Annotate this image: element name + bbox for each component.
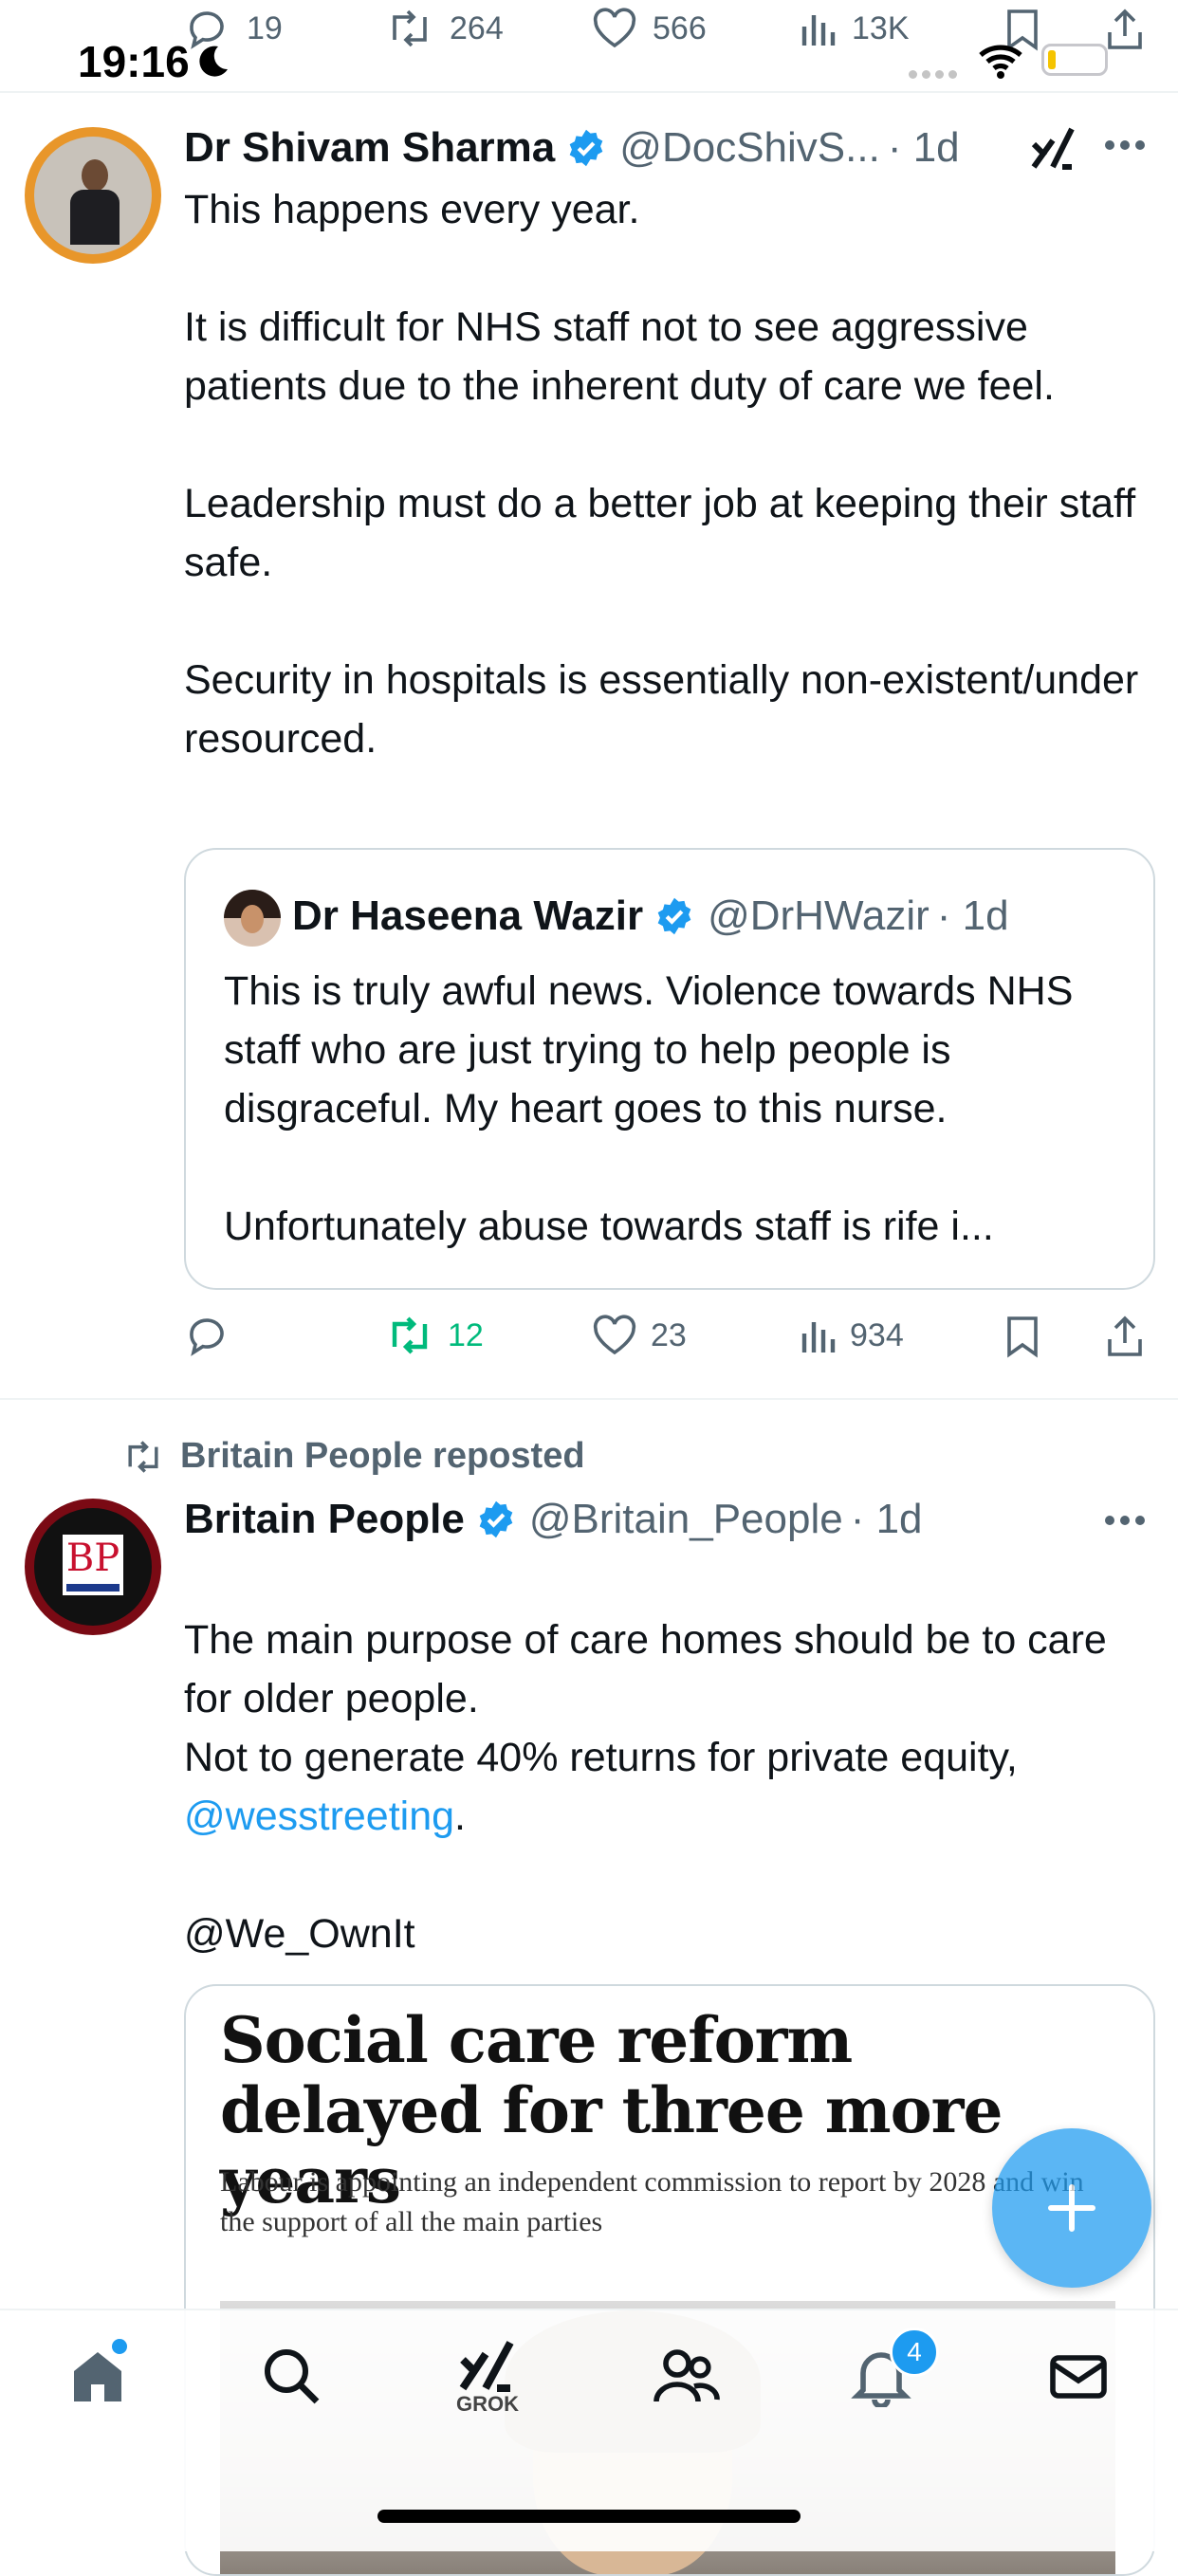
views-button[interactable]: 934 (799, 1315, 904, 1356)
quoted-author-handle: @DrHWazir (708, 892, 930, 939)
reply-icon (190, 1318, 224, 1356)
repost-context[interactable]: Britain People reposted (121, 1436, 585, 1477)
avatar-logo-text: BP (65, 1536, 120, 1580)
like-count: 566 (653, 9, 707, 46)
tweet-text-line: The main purpose of care homes should be… (184, 1617, 1107, 1721)
repost-label: Britain People reposted (180, 1436, 585, 1476)
status-time: 19:16 (78, 36, 230, 87)
repost-action[interactable]: 264 (385, 8, 504, 49)
quoted-author-avatar (224, 890, 281, 947)
reply-count: 19 (247, 9, 283, 46)
views-icon (801, 1322, 836, 1352)
nav-home[interactable] (66, 2339, 129, 2407)
quoted-author-name: Dr Haseena Wazir (292, 892, 644, 939)
plus-icon (1048, 2184, 1095, 2232)
share-icon (1108, 1316, 1142, 1356)
verified-badge-icon (479, 1500, 513, 1538)
quoted-header: Dr Haseena Wazir @DrHWazir · 1d (292, 888, 1127, 945)
nav-grok[interactable]: GROK (451, 2339, 524, 2417)
share-button[interactable] (1104, 1315, 1146, 1358)
like-count: 23 (651, 1316, 687, 1353)
author-avatar[interactable] (25, 127, 161, 264)
signal-icon (909, 70, 958, 80)
more-options-icon[interactable] (1104, 138, 1146, 152)
mention-link[interactable]: @We_OwnIt (184, 1904, 415, 1963)
tweet-text: Not to generate 40% returns for private … (184, 1728, 1151, 1846)
tweet-text: This happens every year. It is difficult… (184, 187, 1139, 762)
views-icon (801, 15, 836, 46)
repost-icon (392, 1316, 428, 1354)
verified-badge-icon (657, 897, 691, 935)
grok-icon (459, 2341, 514, 2392)
repost-icon (393, 9, 427, 47)
status-time-text: 19:16 (78, 37, 190, 86)
share-icon (1108, 9, 1142, 49)
tweet-text-punct: . (454, 1794, 466, 1839)
bookmark-icon (1007, 1316, 1038, 1358)
tweet-text-line: Not to generate 40% returns for private … (184, 1735, 1018, 1780)
search-icon (265, 2349, 320, 2404)
battery-icon (1041, 44, 1108, 76)
communities-icon (653, 2349, 720, 2402)
heart-icon (593, 1315, 636, 1355)
tweet-header: Britain People @Britain_People · 1d (184, 1493, 1095, 1546)
verified-badge-icon (569, 129, 603, 167)
tweet-header: Dr Shivam Sharma @DocShivS... · 1d (184, 121, 1095, 175)
mail-icon (1050, 2355, 1107, 2399)
views-count: 13K (852, 9, 910, 46)
like-action[interactable]: 566 (592, 8, 707, 49)
nav-notifications[interactable]: 4 (850, 2328, 939, 2407)
divider (0, 1398, 1178, 1400)
repost-count: 12 (448, 1316, 484, 1353)
author-name[interactable]: Britain People (184, 1496, 465, 1543)
nav-search[interactable] (260, 2345, 322, 2407)
share-action[interactable] (1104, 8, 1146, 51)
grok-icon[interactable] (1028, 125, 1077, 171)
quoted-text: This is truly awful news. Violence towar… (224, 968, 1074, 1249)
wifi-icon (979, 45, 1022, 79)
mention-link[interactable]: @wesstreeting (184, 1794, 454, 1839)
author-avatar[interactable]: BP (25, 1499, 161, 1635)
unread-dot (112, 2339, 127, 2354)
author-handle[interactable]: @Britain_People (529, 1496, 843, 1543)
repost-button[interactable]: 12 (385, 1315, 484, 1356)
heart-icon (593, 8, 636, 48)
more-options-icon[interactable] (1104, 1514, 1146, 1527)
repost-count: 264 (450, 9, 504, 46)
views-count: 934 (850, 1316, 904, 1353)
nav-messages[interactable] (1047, 2345, 1110, 2407)
grok-label: GROK (456, 2392, 519, 2416)
article-subhead: Labour is appointing an independent comm… (220, 2166, 1084, 2237)
like-button[interactable]: 23 (592, 1315, 687, 1356)
moon-icon (199, 46, 228, 77)
quoted-tweet[interactable]: Dr Haseena Wazir @DrHWazir · 1d This is … (184, 848, 1155, 1290)
tweet-time: · 1d (850, 1496, 923, 1542)
author-handle[interactable]: @DocShivS... (619, 124, 880, 172)
notifications-badge: 4 (890, 2328, 939, 2377)
reply-button[interactable] (186, 1315, 231, 1356)
views-action[interactable]: 13K (799, 8, 910, 49)
quoted-time: · 1d (936, 892, 1009, 939)
compose-button[interactable] (992, 2128, 1151, 2288)
tweet-time: · 1d (887, 124, 960, 171)
tweet-text: The main purpose of care homes should be… (184, 1552, 1151, 1728)
repost-icon (128, 1440, 158, 1473)
home-indicator (377, 2510, 801, 2523)
bookmark-button[interactable] (1003, 1315, 1041, 1358)
nav-communities[interactable] (653, 2345, 721, 2407)
author-name[interactable]: Dr Shivam Sharma (184, 124, 555, 172)
divider (0, 91, 1178, 93)
